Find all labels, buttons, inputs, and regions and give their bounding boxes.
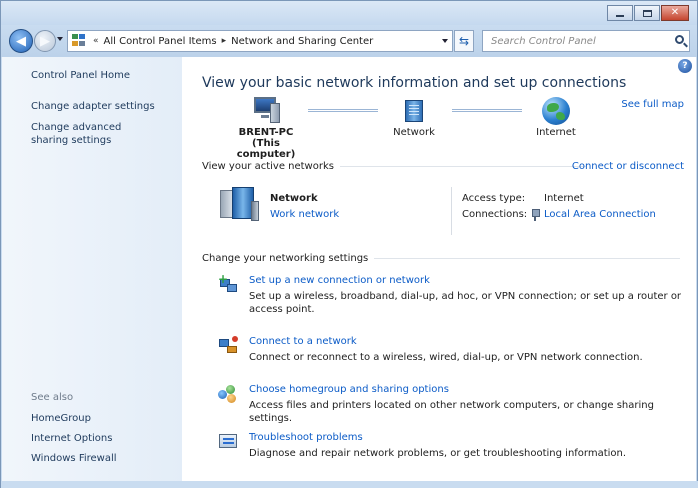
back-button[interactable]: ◀ bbox=[9, 29, 33, 53]
sidebar-change-adapter-settings[interactable]: Change adapter settings bbox=[31, 100, 179, 113]
connect-network-icon bbox=[218, 336, 240, 356]
minimize-icon bbox=[616, 14, 624, 17]
map-link-computer-network bbox=[308, 109, 378, 112]
heading-rule bbox=[374, 258, 681, 259]
troubleshoot-link[interactable]: Troubleshoot problems bbox=[249, 432, 363, 443]
network-icon bbox=[399, 97, 429, 125]
maximize-icon bbox=[642, 9, 652, 17]
close-icon: ✕ bbox=[670, 7, 680, 18]
task-homegroup: Choose homegroup and sharing options Acc… bbox=[218, 384, 688, 424]
maximize-button[interactable] bbox=[634, 5, 660, 21]
refresh-icon: ⇆ bbox=[458, 34, 470, 48]
minimize-button[interactable] bbox=[607, 5, 633, 21]
computer-name: BRENT-PC bbox=[238, 127, 294, 138]
see-also-label: See also bbox=[31, 392, 74, 403]
active-network: Network Work network bbox=[218, 187, 468, 237]
homegroup-icon bbox=[218, 384, 240, 404]
homegroup-sharing-description: Access files and printers located on oth… bbox=[249, 400, 654, 424]
help-button[interactable]: ? bbox=[678, 59, 692, 73]
sidebar-internet-options[interactable]: Internet Options bbox=[31, 432, 179, 445]
explorer-window: ✕ ◀ ▶ « All Control Panel Items ▸ Networ… bbox=[0, 0, 698, 488]
access-type-label: Access type: bbox=[462, 193, 526, 204]
see-full-map-link[interactable]: See full map bbox=[621, 99, 684, 110]
forward-arrow-icon: ▶ bbox=[40, 33, 50, 49]
connections-label: Connections: bbox=[462, 209, 528, 220]
breadcrumb-network-sharing[interactable]: Network and Sharing Center bbox=[231, 36, 373, 47]
task-troubleshoot: Troubleshoot problems Diagnose and repai… bbox=[218, 432, 688, 464]
connect-network-link[interactable]: Connect to a network bbox=[249, 336, 357, 347]
sidebar-homegroup[interactable]: HomeGroup bbox=[31, 412, 179, 425]
heading-rule bbox=[339, 166, 586, 167]
breadcrumb-separator[interactable]: ▸ bbox=[222, 36, 227, 46]
recent-pages-dropdown[interactable] bbox=[57, 37, 63, 41]
work-network-link[interactable]: Work network bbox=[270, 209, 339, 220]
map-link-network-internet bbox=[452, 109, 522, 112]
map-internet-label: Internet bbox=[536, 127, 576, 138]
sidebar-windows-firewall[interactable]: Windows Firewall bbox=[31, 452, 179, 465]
connect-or-disconnect-link[interactable]: Connect or disconnect bbox=[572, 161, 684, 172]
networking-settings-heading-text: Change your networking settings bbox=[202, 253, 369, 264]
network-details-divider bbox=[451, 187, 452, 235]
search-input[interactable] bbox=[483, 31, 663, 51]
troubleshoot-icon bbox=[218, 432, 240, 452]
setup-connection-link[interactable]: Set up a new connection or network bbox=[249, 275, 430, 286]
network-icon-large bbox=[218, 187, 260, 223]
forward-button[interactable]: ▶ bbox=[34, 30, 56, 52]
title-bar: ✕ bbox=[1, 1, 697, 25]
help-icon: ? bbox=[682, 61, 688, 71]
sidebar: Control Panel Home Change adapter settin… bbox=[2, 57, 182, 481]
sidebar-change-advanced-sharing[interactable]: Change advanced sharing settings bbox=[31, 121, 161, 147]
address-row: ◀ ▶ « All Control Panel Items ▸ Network … bbox=[1, 25, 697, 57]
address-bar[interactable]: « All Control Panel Items ▸ Network and … bbox=[67, 30, 453, 52]
breadcrumb-all-items[interactable]: All Control Panel Items bbox=[104, 36, 217, 47]
active-network-name: Network bbox=[270, 193, 318, 204]
control-panel-icon bbox=[72, 34, 88, 48]
refresh-button[interactable]: ⇆ bbox=[454, 30, 474, 52]
main-content: ? View your basic network information an… bbox=[182, 57, 696, 481]
sidebar-control-panel-home[interactable]: Control Panel Home bbox=[31, 69, 179, 82]
page-title: View your basic network information and … bbox=[202, 75, 627, 91]
window-bottom-border bbox=[1, 481, 698, 488]
search-icon[interactable] bbox=[675, 35, 684, 44]
caption-buttons: ✕ bbox=[607, 5, 689, 21]
breadcrumb-overflow[interactable]: « bbox=[93, 36, 99, 46]
active-networks-heading: View your active networks bbox=[202, 161, 586, 172]
homegroup-sharing-link[interactable]: Choose homegroup and sharing options bbox=[249, 384, 449, 395]
computer-subtitle: (This computer) bbox=[236, 138, 296, 160]
map-network-label: Network bbox=[393, 127, 435, 138]
close-button[interactable]: ✕ bbox=[661, 5, 689, 21]
access-type-value: Internet bbox=[544, 193, 584, 204]
networking-settings-heading: Change your networking settings bbox=[202, 253, 681, 264]
local-area-connection-link[interactable]: Local Area Connection bbox=[544, 209, 656, 220]
new-connection-icon: + bbox=[218, 273, 240, 295]
map-computer-node[interactable]: BRENT-PC (This computer) bbox=[226, 97, 306, 160]
task-setup-connection: + Set up a new connection or network Set… bbox=[218, 273, 688, 323]
active-networks-heading-text: View your active networks bbox=[202, 161, 334, 172]
search-box[interactable] bbox=[482, 30, 690, 52]
setup-connection-description: Set up a wireless, broadband, dial-up, a… bbox=[249, 291, 682, 315]
back-arrow-icon: ◀ bbox=[16, 33, 26, 49]
task-connect-network: Connect to a network Connect or reconnec… bbox=[218, 336, 688, 368]
troubleshoot-description: Diagnose and repair network problems, or… bbox=[249, 448, 627, 459]
map-network-node[interactable]: Network bbox=[378, 97, 450, 138]
connect-network-description: Connect or reconnect to a wireless, wire… bbox=[249, 352, 643, 363]
map-internet-node[interactable]: Internet bbox=[524, 97, 588, 138]
address-dropdown-icon[interactable] bbox=[442, 39, 448, 43]
computer-icon bbox=[250, 97, 282, 125]
globe-icon bbox=[542, 97, 570, 125]
ethernet-icon bbox=[531, 209, 540, 221]
